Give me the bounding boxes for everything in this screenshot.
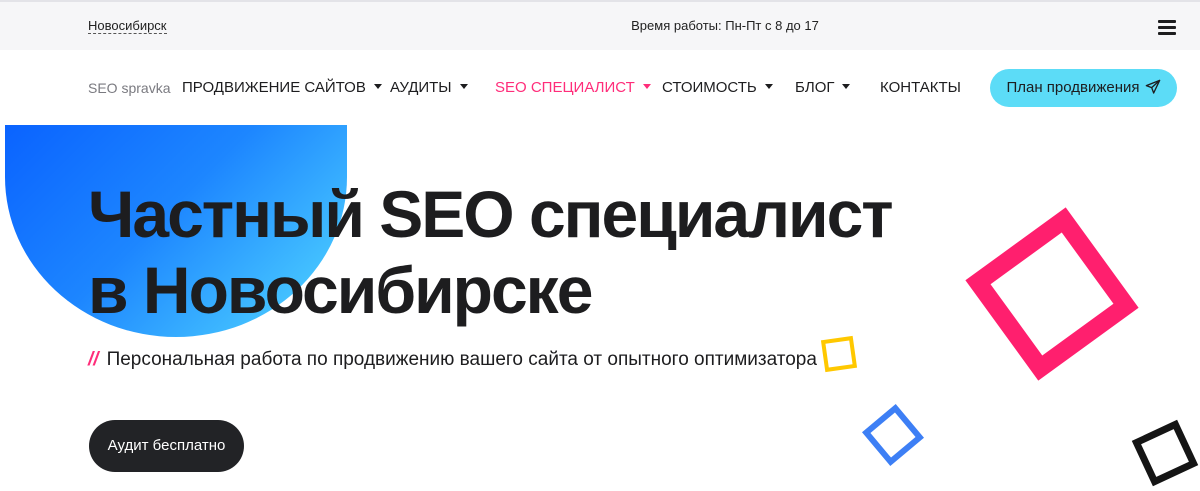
site-logo[interactable]: SEO spravka [88,80,170,96]
work-hours: Время работы: Пн-Пт с 8 до 17 [631,18,819,33]
caret-down-icon [642,83,651,89]
caret-down-icon [764,83,773,89]
decorative-pink-square [965,207,1139,381]
subtitle-text: Персональная работа по продвижению вашег… [106,349,817,370]
caret-down-icon [842,83,851,89]
decorative-yellow-square [820,335,858,373]
nav-item-pricing[interactable]: СТОИМОСТЬ [662,79,773,97]
cta-label: План продвижения [1006,79,1140,96]
nav-item-promotion[interactable]: ПРОДВИЖЕНИЕ САЙТОВ [182,79,382,97]
nav-item-label: АУДИТЫ [390,79,452,96]
nav-item-label: ПРОДВИЖЕНИЕ САЙТОВ [182,79,366,96]
nav-item-contacts[interactable]: КОНТАКТЫ [880,79,961,97]
free-audit-button[interactable]: Аудит бесплатно [89,420,244,472]
nav-item-label: КОНТАКТЫ [880,79,961,96]
promotion-plan-button[interactable]: План продвижения [990,69,1177,107]
nav-item-audits[interactable]: АУДИТЫ [390,79,468,97]
hamburger-icon[interactable] [1158,20,1176,35]
main-nav: SEO spravka ПРОДВИЖЕНИЕ САЙТОВ АУДИТЫ SE… [0,50,1200,124]
hero-subtitle: // Персональная работа по продвижению ваш… [88,349,817,371]
nav-item-seo-specialist[interactable]: SEO СПЕЦИАЛИСТ [495,79,651,97]
hero-title-line-1: Частный SEO специалист [88,177,894,251]
hero-title-line-2: в Новосибирске [88,253,593,327]
caret-down-icon [373,83,382,89]
decorative-blue-square [862,404,924,466]
nav-item-label: БЛОГ [795,79,835,96]
hero-title: Частный SEO специалист в Новосибирске [88,176,894,328]
city-selector[interactable]: Новосибирск [88,18,167,34]
nav-item-blog[interactable]: БЛОГ [795,79,851,97]
nav-item-label: СТОИМОСТЬ [662,79,757,96]
caret-down-icon [459,83,468,89]
decorative-black-square [1131,419,1199,487]
nav-item-label: SEO СПЕЦИАЛИСТ [495,79,635,96]
paper-plane-icon [1145,79,1160,94]
top-bar: Новосибирск Время работы: Пн-Пт с 8 до 1… [0,0,1200,50]
subtitle-marker: // [88,349,99,370]
